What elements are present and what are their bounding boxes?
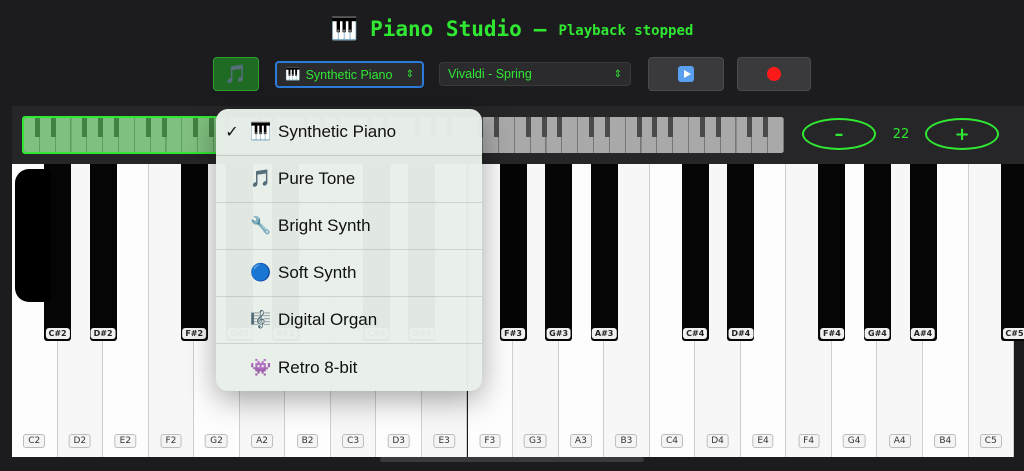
piano-icon: 🎹 bbox=[250, 122, 272, 141]
menu-item-label: Soft Synth bbox=[278, 263, 357, 282]
instrument-menu: ✓ 🎹 Synthetic Piano 🎵 Pure Tone 🔧 Bright Synth… bbox=[216, 109, 482, 391]
mini-white-key bbox=[673, 117, 689, 153]
music-score-icon: 🎼 bbox=[250, 310, 272, 329]
black-key[interactable]: D#4 bbox=[727, 164, 755, 341]
play-icon bbox=[678, 66, 694, 82]
menu-item[interactable]: 👾 Retro 8-bit bbox=[216, 344, 482, 391]
range-increase-button[interactable]: + bbox=[925, 118, 999, 150]
key-label: C4 bbox=[660, 434, 683, 448]
key-label: A4 bbox=[888, 434, 911, 448]
black-key[interactable]: C#4 bbox=[681, 164, 709, 341]
key-label: G2 bbox=[205, 434, 228, 448]
keyboard-side-handle[interactable] bbox=[15, 169, 51, 302]
key-label: E3 bbox=[433, 434, 455, 448]
menu-item[interactable]: 🔵 Soft Synth bbox=[216, 250, 482, 297]
key-label: F#3 bbox=[501, 328, 525, 339]
mini-white-key bbox=[720, 117, 737, 153]
sound-mode-button[interactable]: 🎵 bbox=[213, 57, 259, 91]
alien-monster-icon: 👾 bbox=[250, 357, 272, 377]
piano-icon: 🎹 bbox=[285, 67, 301, 81]
song-select[interactable]: Vivaldi - Spring ⇕ bbox=[439, 62, 631, 86]
black-key[interactable]: F#4 bbox=[818, 164, 846, 341]
instrument-select-value: Synthetic Piano bbox=[305, 67, 393, 82]
header: 🎹 Piano Studio – Playback stopped bbox=[0, 12, 1024, 46]
key-label: D3 bbox=[387, 434, 410, 448]
title-separator: – bbox=[533, 17, 547, 41]
black-key[interactable]: A#4 bbox=[909, 164, 937, 341]
key-label: A#4 bbox=[910, 328, 936, 339]
range-decrease-button[interactable]: – bbox=[802, 118, 876, 150]
mini-white-key bbox=[562, 117, 579, 153]
menu-item-label: Retro 8-bit bbox=[278, 357, 358, 377]
key-label: F#2 bbox=[182, 328, 207, 339]
chevron-updown-icon: ⇕ bbox=[613, 68, 622, 80]
key-label: A2 bbox=[251, 434, 273, 448]
mini-white-key bbox=[768, 117, 784, 153]
mini-white-key bbox=[499, 117, 515, 153]
key-label: E2 bbox=[114, 434, 137, 448]
key-label: C5 bbox=[979, 434, 1002, 448]
key-label: A3 bbox=[569, 434, 592, 448]
piano-keyboard: C2 D2 E2 F2 G2 A2 B2 C3 D3 E3 F3 G3 A3 B3 C4 D4 E4 F4 G4 A4… bbox=[12, 164, 1024, 457]
scroll-indicator[interactable] bbox=[380, 457, 644, 462]
key-label: C2 bbox=[23, 434, 46, 448]
menu-item[interactable]: 🎼 Digital Organ bbox=[216, 297, 482, 344]
key-label: E4 bbox=[752, 434, 774, 448]
key-label: G4 bbox=[842, 434, 866, 448]
key-label: F3 bbox=[479, 434, 501, 448]
key-label: A#3 bbox=[591, 328, 617, 339]
wrench-icon: 🔧 bbox=[250, 216, 272, 235]
checkmark-icon: ✓ bbox=[225, 124, 239, 141]
menu-item-label: Synthetic Piano bbox=[278, 122, 397, 141]
key-label: G3 bbox=[523, 434, 547, 448]
key-label: B2 bbox=[296, 434, 319, 448]
black-key[interactable]: D#2 bbox=[89, 164, 117, 341]
play-button[interactable] bbox=[648, 57, 724, 91]
key-label: C#2 bbox=[45, 328, 70, 339]
black-key[interactable]: F#2 bbox=[180, 164, 208, 341]
visible-range-window[interactable] bbox=[22, 116, 222, 154]
chevron-updown-icon: ⇕ bbox=[405, 69, 414, 80]
black-key[interactable]: G#3 bbox=[545, 164, 573, 341]
key-label: C#4 bbox=[683, 328, 708, 339]
key-label: G#3 bbox=[546, 328, 572, 339]
key-label: C#5 bbox=[1002, 328, 1024, 339]
app-title: Piano Studio bbox=[370, 17, 522, 41]
key-label: B3 bbox=[615, 434, 638, 448]
black-key[interactable]: A#3 bbox=[590, 164, 618, 341]
music-note-icon: 🎵 bbox=[224, 63, 248, 85]
black-key[interactable]: G#4 bbox=[863, 164, 891, 341]
menu-item[interactable]: ✓ 🎹 Synthetic Piano bbox=[216, 109, 482, 156]
mini-white-key bbox=[609, 117, 626, 153]
menu-item[interactable]: 🎵 Pure Tone bbox=[216, 156, 482, 203]
key-label: F#4 bbox=[820, 328, 844, 339]
menu-item-label: Digital Organ bbox=[278, 310, 378, 329]
menu-item[interactable]: 🔧 Bright Synth bbox=[216, 203, 482, 250]
record-button[interactable] bbox=[737, 57, 811, 91]
key-label: F2 bbox=[160, 434, 182, 448]
key-label: D#2 bbox=[90, 328, 116, 339]
song-select-value: Vivaldi - Spring bbox=[448, 67, 532, 81]
key-label: B4 bbox=[934, 434, 957, 448]
key-label: G#4 bbox=[865, 328, 890, 339]
range-value: 22 bbox=[892, 127, 910, 142]
key-label: D2 bbox=[68, 434, 92, 448]
blue-circle-icon: 🔵 bbox=[250, 263, 272, 282]
menu-item-label: Bright Synth bbox=[278, 216, 371, 235]
key-label: F4 bbox=[798, 434, 820, 448]
black-key[interactable]: C#5 bbox=[1001, 164, 1024, 341]
music-note-icon: 🎵 bbox=[250, 169, 272, 188]
playback-status: Playback stopped bbox=[558, 23, 694, 39]
key-label: D#4 bbox=[728, 328, 754, 339]
instrument-select[interactable]: 🎹 Synthetic Piano ⇕ bbox=[275, 61, 424, 88]
piano-keys-icon: 🎹 bbox=[330, 16, 359, 42]
record-icon bbox=[767, 67, 781, 81]
black-key[interactable]: F#3 bbox=[499, 164, 527, 341]
key-label: D4 bbox=[706, 434, 729, 448]
key-label: C3 bbox=[342, 434, 365, 448]
menu-item-label: Pure Tone bbox=[278, 169, 356, 188]
